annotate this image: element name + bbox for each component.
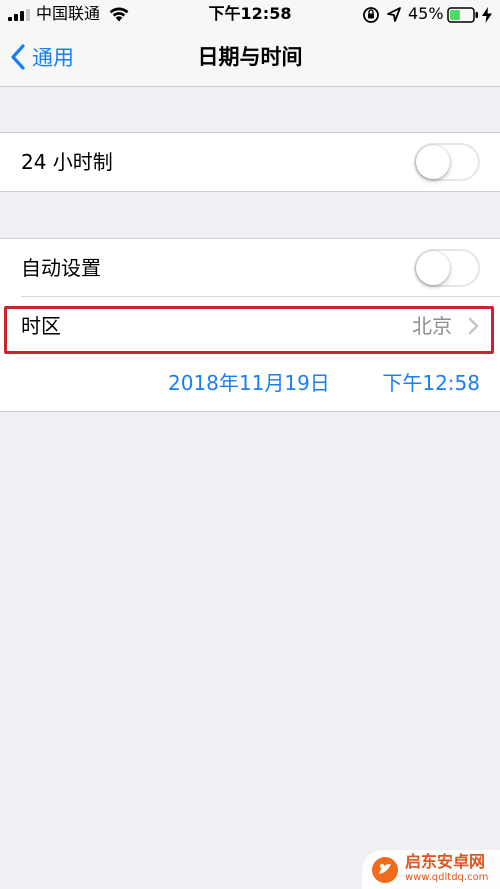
status-bar: 中国联通 下午12:58 45% xyxy=(0,0,500,30)
toggle-24-hour[interactable] xyxy=(414,143,480,181)
settings-group-time-format: 24 小时制 xyxy=(0,132,500,192)
toggle-auto-set[interactable] xyxy=(414,249,480,287)
watermark-title: 启东安卓网 xyxy=(405,852,486,871)
watermark-url: www.qdltdq.com xyxy=(405,872,489,883)
charging-bolt-icon xyxy=(482,7,492,23)
battery-icon xyxy=(447,7,478,23)
toggle-knob xyxy=(416,145,450,179)
timezone-highlight-annotation xyxy=(4,306,494,354)
date-value[interactable]: 2018年11月19日 xyxy=(168,355,330,411)
navigation-bar: 通用 日期与时间 xyxy=(0,30,500,87)
cell-auto-set-label: 自动设置 xyxy=(21,256,101,280)
cell-24-hour: 24 小时制 xyxy=(0,133,500,191)
battery-percent: 45% xyxy=(408,4,444,23)
page-title: 日期与时间 xyxy=(197,45,303,69)
cell-auto-set: 自动设置 xyxy=(0,239,500,297)
time-value[interactable]: 下午12:58 xyxy=(382,355,480,411)
rotation-lock-icon xyxy=(363,7,379,23)
location-arrow-icon xyxy=(387,7,401,22)
toggle-knob xyxy=(416,251,450,285)
date-time-row: 2018年11月19日 下午12:58 xyxy=(0,355,500,411)
cell-24-hour-label: 24 小时制 xyxy=(21,150,113,174)
watermark: 启东安卓网 www.qdltdq.com xyxy=(362,850,500,889)
watermark-logo-icon xyxy=(372,857,398,883)
